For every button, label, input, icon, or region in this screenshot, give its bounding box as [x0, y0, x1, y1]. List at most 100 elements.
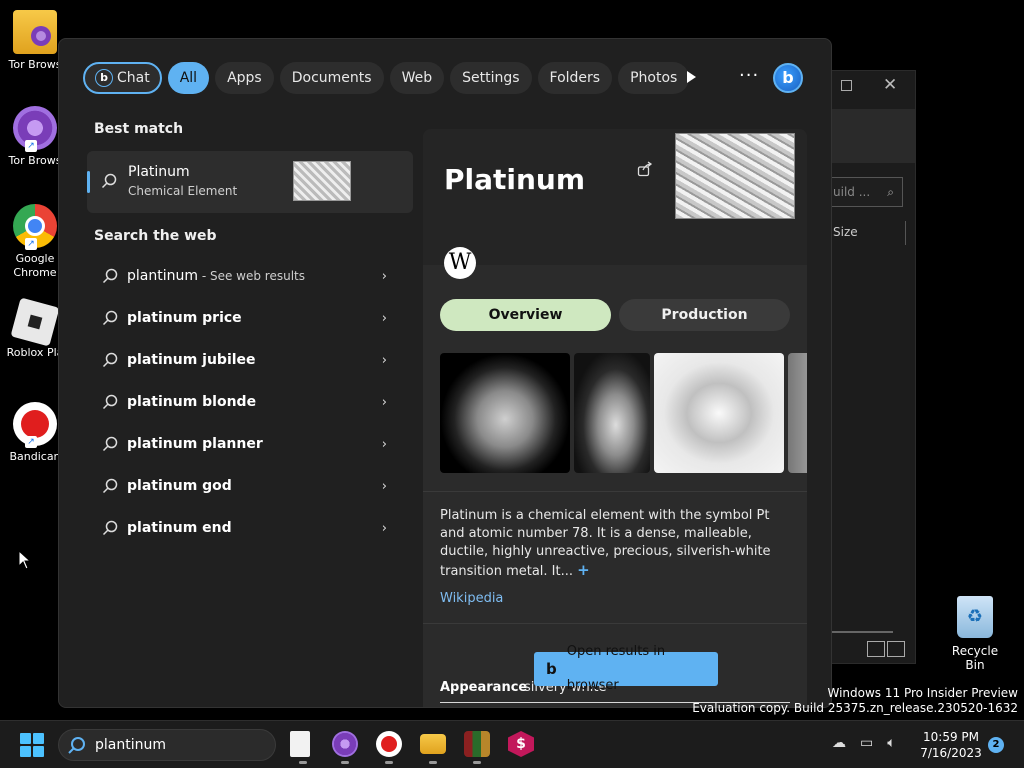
notification-badge[interactable]: 2: [988, 737, 1004, 753]
filter-apps[interactable]: Apps: [215, 62, 274, 94]
gallery-image[interactable]: [574, 353, 650, 473]
shortcut-arrow-icon: ↗: [25, 436, 37, 448]
search-icon: [102, 436, 118, 452]
volume-icon[interactable]: 🔈︎: [887, 735, 895, 751]
search-icon: [102, 478, 118, 494]
web-result-item[interactable]: platinum planner ›: [99, 430, 399, 458]
web-result-item[interactable]: platinum jubilee ›: [99, 346, 399, 374]
gallery-image[interactable]: [788, 353, 807, 473]
search-icon: [102, 268, 118, 284]
bing-icon: b: [546, 660, 557, 678]
expand-description-button[interactable]: +: [577, 561, 590, 579]
taskbar-app-bandicam[interactable]: [376, 731, 402, 764]
tiles-view-icon[interactable]: [887, 641, 905, 657]
desktop-icon-label: Recycle Bin: [951, 644, 999, 672]
shortcut-arrow-icon: ↗: [25, 140, 37, 152]
taskbar-app-file-explorer[interactable]: [420, 734, 446, 764]
wikipedia-link[interactable]: Wikipedia: [440, 591, 503, 606]
filter-documents[interactable]: Documents: [279, 62, 384, 94]
gallery-image[interactable]: [440, 353, 570, 473]
close-icon[interactable]: ✕: [883, 75, 897, 95]
web-result-item[interactable]: platinum end ›: [99, 514, 399, 542]
more-options-button[interactable]: ···: [739, 65, 759, 86]
web-result-item[interactable]: plantinum - See web results ›: [99, 262, 399, 290]
column-header-size[interactable]: Size: [833, 225, 858, 239]
filter-all[interactable]: All: [167, 62, 210, 94]
selection-indicator: [87, 171, 90, 193]
mouse-cursor-icon: [18, 550, 32, 570]
watermark-line: Evaluation copy. Build 25375.zn_release.…: [692, 701, 1018, 715]
best-match-result[interactable]: Platinum Chemical Element: [87, 151, 413, 213]
tab-overview[interactable]: Overview: [440, 299, 611, 331]
card-description: Platinum is a chemical element with the …: [440, 507, 790, 581]
filter-label: Chat: [117, 70, 150, 86]
explorer-search-input[interactable]: uild ... ⌕: [831, 177, 903, 207]
clock-date: 7/16/2023: [920, 746, 982, 760]
taskbar-app-notepad[interactable]: [290, 731, 310, 764]
view-toggle: [867, 641, 907, 661]
taskbar-search-input[interactable]: plantinum: [58, 729, 276, 761]
monitor-icon[interactable]: ▭: [860, 735, 873, 751]
explorer-ribbon: [831, 109, 915, 163]
network-offline-icon[interactable]: ☁: [832, 735, 846, 751]
running-indicator: [473, 761, 481, 764]
windows-logo-icon: [33, 746, 44, 757]
share-icon[interactable]: [637, 161, 653, 177]
chevron-right-icon: ›: [381, 268, 387, 284]
chevron-right-icon: ›: [381, 436, 387, 452]
web-result-item[interactable]: platinum blonde ›: [99, 388, 399, 416]
chevron-right-icon: ›: [381, 520, 387, 536]
gallery-image[interactable]: [654, 353, 784, 473]
chevron-right-icon: ›: [381, 310, 387, 326]
web-result-text: platinum price: [127, 310, 242, 326]
taskbar-app-tor-browser[interactable]: [332, 731, 358, 764]
platinum-hero-image[interactable]: [675, 133, 795, 219]
desktop-icon-recycle-bin[interactable]: ♻ Recycle Bin: [942, 596, 1008, 672]
bing-icon: b: [95, 69, 113, 87]
search-icon: [102, 394, 118, 410]
windows-watermark: Windows 11 Pro Insider Preview Evaluatio…: [692, 686, 1018, 716]
chevron-right-icon: ›: [381, 394, 387, 410]
search-icon: [102, 352, 118, 368]
play-icon[interactable]: [687, 71, 696, 83]
folder-icon: [13, 10, 57, 54]
web-result-item[interactable]: platinum god ›: [99, 472, 399, 500]
filter-chat[interactable]: b Chat: [83, 62, 162, 94]
web-result-text: platinum planner: [127, 436, 263, 452]
taskbar-app-winrar[interactable]: [464, 731, 490, 764]
search-web-heading: Search the web: [94, 228, 217, 244]
recycle-bin-icon: ♻: [957, 596, 993, 638]
tab-production[interactable]: Production: [619, 299, 790, 331]
details-view-icon[interactable]: [867, 641, 885, 657]
web-result-text: platinum jubilee: [127, 352, 256, 368]
taskbar-app-dev-tool[interactable]: $: [508, 731, 534, 757]
record-icon: [381, 736, 397, 752]
horizontal-scrollbar[interactable]: [831, 631, 893, 633]
chevron-right-icon: ›: [381, 478, 387, 494]
taskbar-clock[interactable]: 10:59 PM 7/16/2023: [920, 729, 982, 761]
explorer-search-placeholder: uild ...: [833, 185, 871, 199]
open-in-browser-button[interactable]: b Open results in browser: [534, 644, 718, 693]
bandicam-icon: ↗: [13, 402, 57, 448]
web-result-text: platinum end: [127, 520, 232, 536]
divider: [423, 623, 807, 624]
running-indicator: [429, 761, 437, 764]
maximize-icon[interactable]: [841, 80, 852, 91]
file-explorer-window[interactable]: ✕ uild ... ⌕ Size: [830, 70, 916, 664]
filter-folders[interactable]: Folders: [537, 62, 613, 94]
start-button[interactable]: [20, 733, 44, 757]
card-title: Platinum: [444, 163, 586, 196]
web-result-item[interactable]: platinum price ›: [99, 304, 399, 332]
watermark-line: Windows 11 Pro Insider Preview: [827, 686, 1018, 700]
best-match-title: Platinum: [128, 164, 190, 180]
filter-photos[interactable]: Photos: [618, 62, 690, 94]
wikipedia-icon[interactable]: W: [444, 247, 476, 279]
column-divider[interactable]: [905, 221, 906, 245]
bing-chat-button[interactable]: b: [773, 63, 803, 93]
tor-browser-icon: ↗: [13, 106, 57, 152]
search-icon: [68, 737, 85, 754]
web-result-query: plantinum: [127, 268, 198, 284]
filter-web[interactable]: Web: [389, 62, 445, 94]
filter-settings[interactable]: Settings: [450, 62, 532, 94]
clock-time: 10:59 PM: [923, 730, 979, 744]
